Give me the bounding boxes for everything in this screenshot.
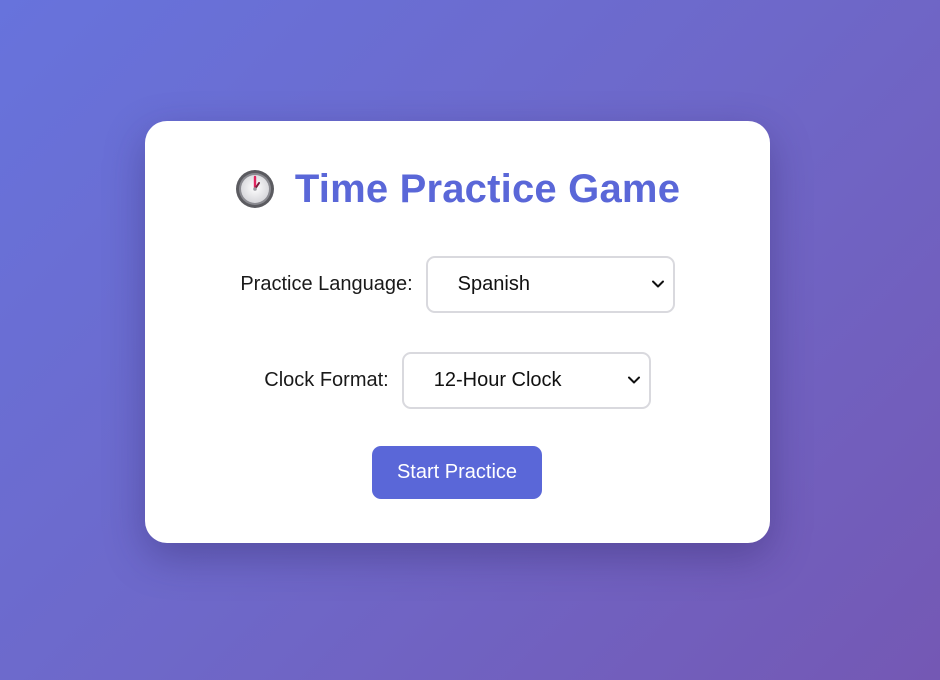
language-select-value: Spanish: [457, 272, 530, 295]
clock-icon: [235, 169, 275, 209]
clock-format-label: Clock Format:: [264, 368, 389, 391]
language-select[interactable]: Spanish: [425, 255, 675, 313]
page-title: Time Practice Game: [294, 166, 681, 211]
chevron-down-icon: [627, 373, 641, 387]
language-row: Practice Language: Spanish: [145, 255, 770, 313]
language-label: Practice Language:: [240, 272, 413, 295]
start-practice-button[interactable]: Start Practice: [372, 446, 542, 499]
setup-card: Time Practice Game Practice Language: Sp…: [145, 121, 770, 543]
clock-format-row: Clock Format: 12-Hour Clock: [145, 351, 770, 409]
clock-format-select-value: 12-Hour Clock: [433, 368, 562, 391]
title-row: Time Practice Game: [145, 165, 770, 213]
clock-format-select[interactable]: 12-Hour Clock: [401, 351, 651, 409]
chevron-down-icon: [651, 277, 665, 291]
